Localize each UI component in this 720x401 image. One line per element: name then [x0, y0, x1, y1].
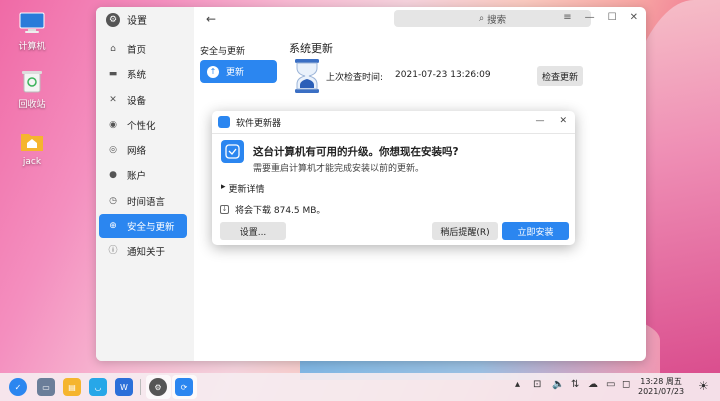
sidebar-item-network[interactable]: ◎ 网络: [99, 138, 187, 162]
updater-dialog: 软件更新器 — ✕ 这台计算机有可用的升级。你想现在安装吗? 需要重启计算机才能…: [212, 111, 575, 245]
home-folder-icon: [19, 128, 45, 154]
download-size-text: 将会下载 874.5 MB。: [235, 206, 326, 216]
last-check-info: 上次检查时间: 2021-07-23 13:26:09: [326, 70, 491, 83]
divider: [140, 379, 141, 395]
sidebar-item-system[interactable]: ▬ 系统: [99, 62, 187, 86]
sidebar-item-account[interactable]: ● 账户: [99, 163, 187, 187]
sidebar-item-devices[interactable]: ✕ 设备: [99, 88, 187, 112]
last-check-value: 2021-07-23 13:26:09: [395, 70, 491, 80]
desktop-icon-trash[interactable]: 回收站: [10, 68, 54, 110]
tray-expand-icon[interactable]: ▴: [515, 379, 520, 390]
window-title: 设置: [127, 16, 147, 27]
sidebar-item-label: 个性化: [127, 120, 156, 132]
close-icon[interactable]: ✕: [630, 12, 638, 23]
globe-icon: ◎: [109, 145, 117, 156]
cloud-icon[interactable]: ☁: [588, 379, 598, 390]
palette-icon: ◉: [109, 119, 117, 130]
hourglass-icon: [294, 59, 320, 93]
sidebar-item-label: 设备: [127, 95, 147, 107]
volume-icon[interactable]: 🔈: [552, 379, 564, 390]
sidebar-item-security-update[interactable]: ⊕ 安全与更新: [99, 214, 187, 239]
search-icon: ⌕: [478, 13, 485, 24]
dialog-titlebar: 软件更新器: [212, 111, 575, 133]
settings-sidebar: ⚙ 设置 ⌂ 首页 ▬ 系统 ✕ 设备 ◉ 个性化 ◎ 网络 ● 账户 ◷ 时间语言 ⊕ 安全与…: [96, 7, 194, 361]
gear-icon: ⚙: [106, 12, 120, 27]
check-update-button[interactable]: 检查更新: [537, 66, 583, 86]
notification-icon[interactable]: ◻: [622, 379, 630, 390]
clock-icon: ◷: [109, 195, 117, 206]
battery-icon[interactable]: ▭: [606, 379, 615, 390]
subnav-item-update[interactable]: ↑ 更新: [200, 60, 277, 83]
panel-title: 系统更新: [289, 42, 333, 55]
sidebar-item-label: 网络: [127, 146, 147, 158]
close-icon[interactable]: ✕: [559, 116, 567, 126]
sidebar-item-time-language[interactable]: ◷ 时间语言: [99, 189, 187, 213]
sidebar-item-notifications-about[interactable]: ⓘ 通知关于: [99, 239, 187, 263]
shield-icon: ⊕: [109, 221, 117, 232]
dialog-title: 软件更新器: [236, 118, 282, 129]
minimize-icon[interactable]: —: [535, 116, 544, 126]
triangle-right-icon: ▸: [221, 182, 226, 192]
wps-writer-icon[interactable]: W: [115, 378, 133, 396]
sidebar-item-personalize[interactable]: ◉ 个性化: [99, 113, 187, 137]
updater-large-icon: [221, 140, 244, 163]
dialog-settings-button[interactable]: 设置...: [220, 222, 286, 240]
tray-app-icon[interactable]: ⊡: [533, 379, 541, 390]
computer-icon: [19, 10, 45, 36]
desktop-icon-computer[interactable]: 计算机: [10, 10, 54, 52]
settings-app-icon[interactable]: ⚙: [149, 378, 167, 396]
clock-date: 2021/07/23: [638, 387, 685, 396]
tools-icon: ✕: [109, 94, 117, 105]
multitask-icon[interactable]: ▭: [37, 378, 55, 396]
install-now-button[interactable]: 立即安装: [502, 222, 569, 240]
maximize-icon[interactable]: ☐: [608, 12, 617, 23]
taskbar: ✓ ▭ ▤ ◡ W ⚙ ⟳ ▴ ⊡ 🔈 ⇅ ☁ ▭ ◻ 13:28 周五 202…: [0, 373, 720, 401]
sidebar-item-label: 系统: [127, 70, 147, 82]
weather-icon[interactable]: ☀: [698, 379, 709, 393]
updater-app-icon: [218, 116, 230, 128]
clock-time: 13:28 周五: [640, 377, 682, 386]
clock[interactable]: 13:28 周五 2021/07/23: [638, 377, 684, 397]
divider: [212, 133, 575, 134]
menu-icon[interactable]: ≡: [563, 12, 571, 23]
desktop-icon-label: jack: [22, 157, 42, 167]
file-manager-icon[interactable]: ▤: [63, 378, 81, 396]
dialog-question: 这台计算机有可用的升级。你想现在安装吗?: [253, 146, 459, 158]
section-title: 安全与更新: [200, 47, 246, 57]
remind-later-button[interactable]: 稍后提醒(R): [432, 222, 498, 240]
desktop-icon-home[interactable]: jack: [10, 128, 54, 167]
sidebar-item-label: 首页: [127, 45, 147, 56]
desktop-icon-label: 计算机: [18, 42, 46, 52]
minimize-icon[interactable]: —: [585, 12, 595, 23]
update-details-toggle[interactable]: ▸ 更新详情: [221, 182, 265, 195]
updater-app-icon[interactable]: ⟳: [175, 378, 193, 396]
back-arrow-icon[interactable]: ←: [206, 12, 216, 26]
sidebar-item-label: 安全与更新: [127, 222, 175, 234]
settings-title: ⚙ 设置: [106, 12, 147, 27]
user-icon: ●: [109, 170, 117, 181]
sidebar-item-label: 账户: [127, 171, 147, 183]
details-label: 更新详情: [228, 185, 265, 195]
search-input[interactable]: ⌕ 搜索: [394, 10, 591, 27]
home-icon: ⌂: [110, 44, 116, 54]
dialog-subtext: 需要重启计算机才能完成安装以前的更新。: [253, 164, 425, 174]
download-icon: ↓: [220, 205, 229, 214]
start-menu-icon[interactable]: ✓: [9, 378, 27, 396]
desktop-icon-label: 回收站: [18, 100, 46, 110]
monitor-icon: ▬: [108, 69, 118, 80]
sidebar-item-label: 时间语言: [127, 196, 166, 208]
sidebar-item-label: 通知关于: [127, 247, 166, 259]
last-check-label: 上次检查时间:: [326, 73, 384, 83]
subnav-item-label: 更新: [226, 68, 245, 78]
trash-icon: [19, 68, 45, 94]
browser-icon[interactable]: ◡: [89, 378, 107, 396]
download-size: ↓ 将会下载 874.5 MB。: [220, 203, 325, 216]
arrow-up-icon: ↑: [207, 65, 219, 78]
search-placeholder: 搜索: [487, 14, 507, 26]
network-icon[interactable]: ⇅: [571, 379, 579, 390]
sidebar-item-home[interactable]: ⌂ 首页: [99, 37, 187, 61]
info-icon: ⓘ: [108, 246, 118, 257]
settings-topbar: ← ⌕ 搜索 ≡ — ☐ ✕: [194, 7, 646, 33]
